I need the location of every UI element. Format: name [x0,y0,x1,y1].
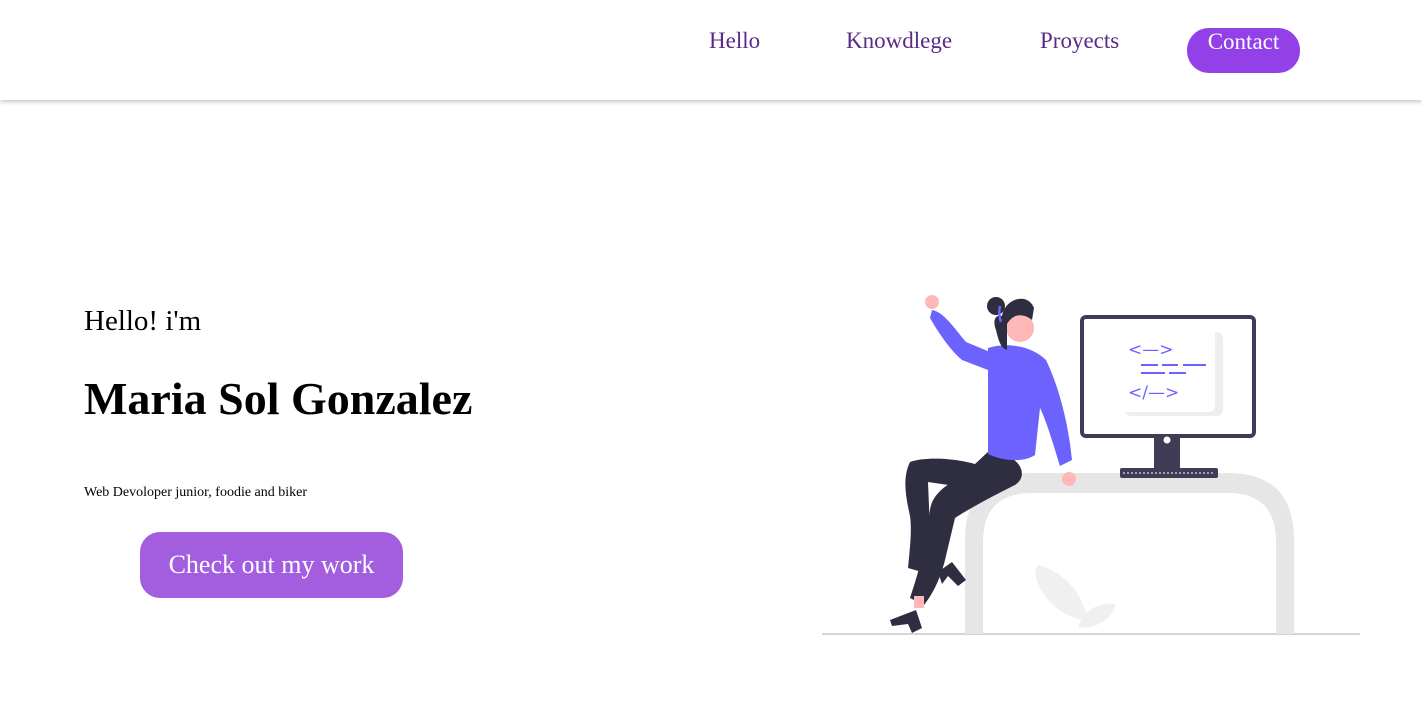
headphone-icon [997,305,1003,323]
nav-contact-button[interactable]: Contact [1187,28,1300,73]
plant-leaf-icon [1035,565,1088,620]
site-header: Hello Knowdlege Proyects Contact [0,0,1422,100]
hero-greeting: Hello! i'm [84,305,202,337]
person-hand [1062,472,1076,486]
code-close-tag: </—> [1128,383,1179,403]
developer-at-desk-illustration: <—> </—> [822,295,1360,635]
arched-desk [965,473,1294,634]
hero-name: Maria Sol Gonzalez [84,373,473,424]
person-torso [988,345,1072,466]
person-shoe-icon [890,610,922,633]
nav-link-hello[interactable]: Hello [709,28,760,54]
nav-link-knowledge[interactable]: Knowdlege [846,28,952,54]
code-open-tag: <—> [1128,340,1174,360]
check-out-work-button[interactable]: Check out my work [140,532,403,598]
person-hand [925,295,939,309]
hero-tagline: Web Devoloper junior, foodie and biker [84,485,308,500]
person-raised-arm [930,310,990,370]
nav-link-projects[interactable]: Proyects [1040,28,1119,54]
